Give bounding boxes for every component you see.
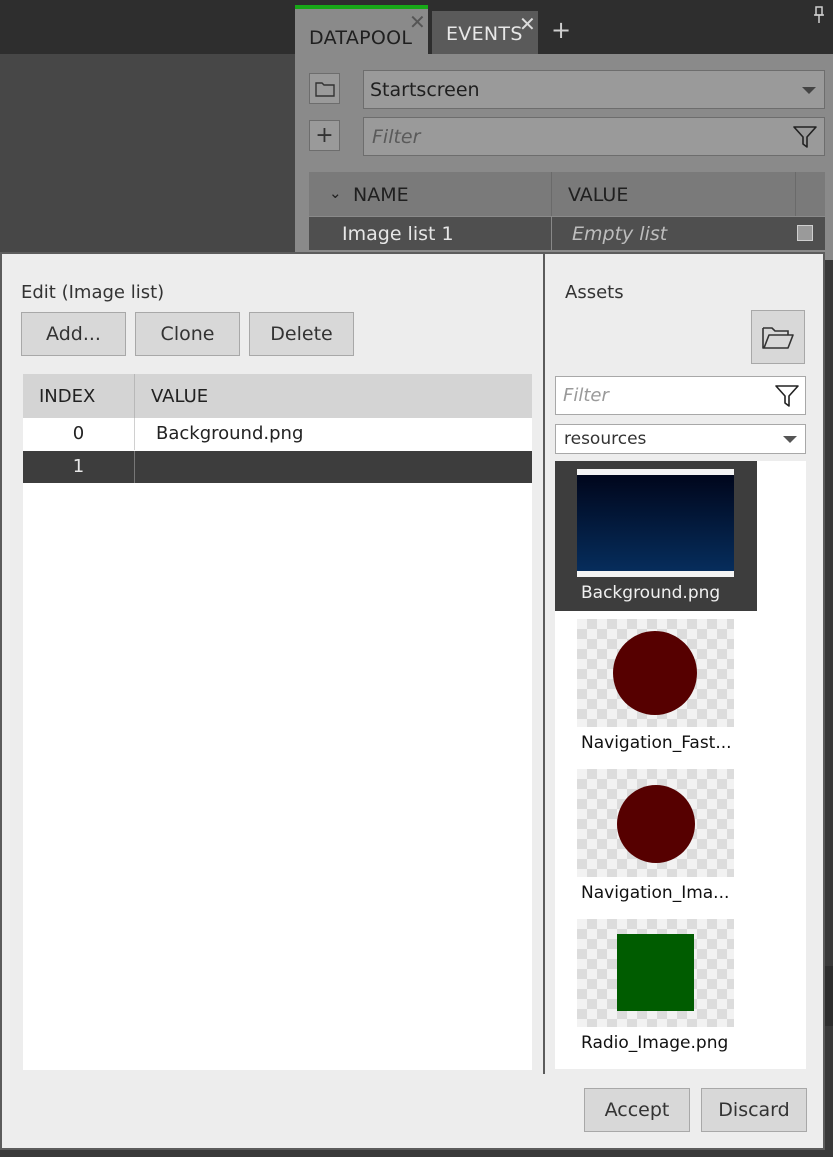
assets-filter-placeholder: Filter bbox=[563, 385, 609, 406]
assets-folder-value: resources bbox=[564, 429, 647, 449]
image-list-grid: INDEX VALUE 0 Background.png 1 bbox=[23, 374, 532, 1070]
scope-select[interactable]: Startscreen bbox=[363, 70, 825, 109]
filter-icon[interactable] bbox=[774, 383, 800, 409]
column-value-header[interactable]: VALUE bbox=[553, 172, 796, 216]
asset-label: Background.png bbox=[581, 583, 721, 603]
tab-datapool[interactable]: DATAPOOL ✕ bbox=[295, 5, 428, 54]
asset-item-navigation-image[interactable]: Navigation_Ima... bbox=[555, 761, 757, 911]
table-row[interactable]: Image list 1 Empty list bbox=[309, 217, 825, 250]
red-circle-preview bbox=[613, 631, 697, 715]
asset-item-radio-image[interactable]: Radio_Image.png bbox=[555, 911, 757, 1061]
close-icon[interactable]: ✕ bbox=[519, 14, 536, 34]
row-value: Empty list bbox=[572, 223, 668, 245]
chevron-down-icon bbox=[802, 87, 816, 94]
pin-icon[interactable] bbox=[813, 6, 825, 24]
row-value[interactable]: Background.png bbox=[136, 418, 532, 450]
green-square-preview bbox=[617, 934, 694, 1011]
assets-folder-select[interactable]: resources bbox=[555, 424, 806, 454]
add-item-button[interactable]: + bbox=[309, 120, 340, 151]
asset-item-navigation-fast[interactable]: Navigation_Fast... bbox=[555, 611, 757, 761]
background-area bbox=[0, 54, 295, 254]
accept-button[interactable]: Accept bbox=[584, 1088, 690, 1132]
tab-events[interactable]: EVENTS ✕ bbox=[432, 11, 538, 54]
delete-button[interactable]: Delete bbox=[249, 312, 354, 356]
add-button[interactable]: Add... bbox=[21, 312, 126, 356]
chevron-down-icon[interactable]: ⌄ bbox=[329, 184, 342, 202]
image-list-editor-dialog: Edit (Image list) Add... Clone Delete IN… bbox=[0, 252, 825, 1150]
divider bbox=[543, 254, 545, 1074]
tab-events-label: EVENTS bbox=[446, 23, 523, 45]
open-assets-folder-button[interactable] bbox=[751, 310, 805, 364]
open-folder-icon bbox=[762, 327, 794, 349]
background-preview bbox=[577, 475, 734, 571]
scope-select-value: Startscreen bbox=[370, 79, 480, 101]
asset-thumbnail bbox=[577, 769, 734, 877]
filter-icon[interactable] bbox=[792, 124, 818, 150]
asset-label: Navigation_Ima... bbox=[581, 883, 730, 903]
chevron-down-icon bbox=[783, 436, 797, 443]
asset-thumbnail bbox=[577, 919, 734, 1027]
row-name: Image list 1 bbox=[309, 217, 552, 250]
table-row[interactable]: 0 Background.png bbox=[23, 418, 532, 450]
column-name-label: NAME bbox=[353, 184, 409, 206]
background-edge bbox=[824, 966, 833, 1026]
row-index: 1 bbox=[23, 451, 135, 483]
column-name-header[interactable]: ⌄ NAME bbox=[309, 172, 552, 216]
open-folder-button[interactable] bbox=[309, 73, 340, 104]
row-checkbox[interactable] bbox=[797, 225, 813, 241]
folder-icon bbox=[314, 81, 335, 97]
table-row-selected[interactable]: 1 bbox=[23, 451, 532, 483]
row-value[interactable] bbox=[136, 451, 532, 483]
discard-button[interactable]: Discard bbox=[701, 1088, 807, 1132]
plus-icon: + bbox=[315, 123, 334, 148]
asset-thumbnail bbox=[577, 469, 734, 577]
column-value-header[interactable]: VALUE bbox=[136, 374, 532, 418]
asset-item-background[interactable]: Background.png bbox=[555, 461, 757, 611]
asset-label: Navigation_Fast... bbox=[581, 733, 732, 753]
assets-filter-input[interactable]: Filter bbox=[555, 376, 806, 415]
asset-label: Radio_Image.png bbox=[581, 1033, 729, 1053]
add-tab-button[interactable]: + bbox=[551, 18, 571, 42]
datapool-panel: DATAPOOL ✕ EVENTS ✕ + Startscreen + Filt… bbox=[295, 0, 833, 260]
datapool-filter-placeholder: Filter bbox=[372, 126, 421, 148]
datapool-filter-input[interactable]: Filter bbox=[363, 117, 825, 156]
red-circle-preview bbox=[617, 785, 695, 863]
grid-header: INDEX VALUE bbox=[23, 374, 532, 418]
column-value-label: VALUE bbox=[568, 184, 629, 206]
clone-button[interactable]: Clone bbox=[135, 312, 240, 356]
asset-thumbnail bbox=[577, 619, 734, 727]
assets-list: Background.png Navigation_Fast... Naviga… bbox=[555, 461, 806, 1069]
tab-bar: DATAPOOL ✕ EVENTS ✕ + bbox=[295, 0, 833, 54]
datapool-table-header: ⌄ NAME VALUE bbox=[309, 172, 825, 216]
editor-title: Edit (Image list) bbox=[21, 282, 165, 303]
column-index-header[interactable]: INDEX bbox=[23, 374, 135, 418]
close-icon[interactable]: ✕ bbox=[409, 12, 426, 32]
row-index: 0 bbox=[23, 418, 135, 450]
assets-title: Assets bbox=[565, 282, 624, 303]
tab-datapool-label: DATAPOOL bbox=[309, 27, 413, 49]
